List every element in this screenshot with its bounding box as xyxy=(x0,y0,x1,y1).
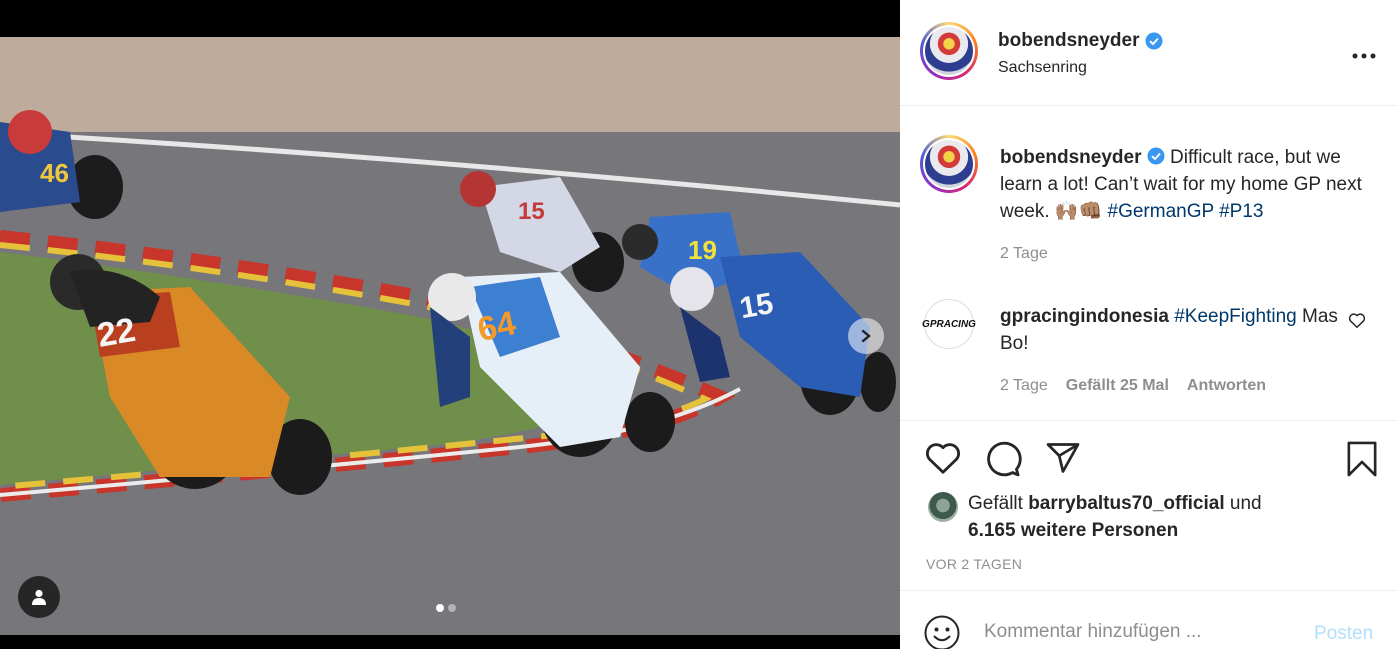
comments-section: bobendsneyder Difficult race, but we lea… xyxy=(900,107,1398,421)
post-panel: bobendsneyder Sachsenring bobendsneyder … xyxy=(900,0,1398,649)
post-comment-button[interactable]: Posten xyxy=(1314,623,1373,645)
caption-timestamp[interactable]: 2 Tage xyxy=(1000,245,1048,263)
bike-number: 64 xyxy=(474,304,519,349)
next-image-button[interactable] xyxy=(848,318,884,354)
comment-username[interactable]: gpracingindonesia xyxy=(1000,306,1169,327)
comment-button[interactable] xyxy=(984,440,1022,483)
bike-number: 19 xyxy=(688,235,717,265)
author-username[interactable]: bobendsneyder xyxy=(998,30,1139,52)
comment-icon xyxy=(987,441,1022,477)
more-icon xyxy=(1352,53,1376,59)
emoji-icon xyxy=(924,615,960,649)
post-photo[interactable]: 46 22 64 15 19 15 xyxy=(0,37,900,635)
emoji-button[interactable] xyxy=(924,615,960,649)
hashtag-link[interactable]: #GermanGP xyxy=(1108,201,1214,222)
chevron-right-icon xyxy=(861,329,871,343)
carousel-dot-active xyxy=(436,604,444,612)
post-media: 46 22 64 15 19 15 xyxy=(0,0,900,649)
commenter-avatar[interactable]: GPRACING xyxy=(922,299,976,349)
comment-timestamp[interactable]: 2 Tage xyxy=(1000,377,1048,395)
likes-text: Gefällt barrybaltus70_official und 6.165… xyxy=(968,490,1388,544)
like-button[interactable] xyxy=(924,440,962,481)
caption-author-avatar[interactable] xyxy=(920,135,978,193)
verified-icon xyxy=(1147,147,1165,165)
add-comment-bar: Posten xyxy=(900,590,1398,649)
post-actions xyxy=(900,436,1398,480)
verified-icon xyxy=(1145,32,1163,50)
share-button[interactable] xyxy=(1044,440,1082,481)
comment-input[interactable] xyxy=(984,621,1284,643)
likes-prefix: Gefällt xyxy=(968,493,1023,514)
bike-number: 22 xyxy=(94,311,138,355)
liker-avatar[interactable] xyxy=(928,492,958,522)
caption-username[interactable]: bobendsneyder xyxy=(1000,147,1141,168)
user-tag-button[interactable] xyxy=(18,576,60,618)
bookmark-icon xyxy=(1347,441,1377,477)
author-avatar[interactable] xyxy=(920,22,978,80)
comment-like-button[interactable] xyxy=(1348,312,1366,334)
carousel-dot xyxy=(448,604,456,612)
post-header: bobendsneyder Sachsenring xyxy=(900,0,1398,106)
heart-icon xyxy=(926,443,960,474)
bike-number: 15 xyxy=(518,198,545,225)
reply-button[interactable]: Antworten xyxy=(1187,377,1266,395)
bike-number: 15 xyxy=(737,287,776,325)
liker-username[interactable]: barrybaltus70_official xyxy=(1028,493,1224,514)
race-photo-illustration: 46 22 64 15 19 15 xyxy=(0,37,900,635)
more-options-button[interactable] xyxy=(1352,42,1376,65)
caption-meta: 2 Tage xyxy=(1000,245,1048,263)
post-timestamp[interactable]: VOR 2 TAGEN xyxy=(926,556,1022,572)
comment-like-count[interactable]: Gefällt 25 Mal xyxy=(1066,377,1169,395)
likes-others-link[interactable]: 6.165 weitere Personen xyxy=(968,520,1178,541)
comment-item: gpracingindonesia #KeepFighting Mas Bo! xyxy=(1000,303,1340,357)
post-caption: bobendsneyder Difficult race, but we lea… xyxy=(1000,144,1370,225)
hashtag-link[interactable]: #KeepFighting xyxy=(1174,306,1297,327)
author-username-row[interactable]: bobendsneyder xyxy=(998,30,1163,52)
bookmark-button[interactable] xyxy=(1344,440,1380,483)
post-location[interactable]: Sachsenring xyxy=(998,59,1087,77)
likes-conjunction: und xyxy=(1229,493,1262,514)
heart-icon xyxy=(1348,313,1366,328)
carousel-indicator xyxy=(436,604,456,612)
hashtag-link[interactable]: #P13 xyxy=(1219,201,1263,222)
comment-meta: 2 Tage Gefällt 25 Mal Antworten xyxy=(1000,377,1266,395)
user-tag-icon xyxy=(32,589,46,605)
share-icon xyxy=(1046,443,1080,473)
bike-number: 46 xyxy=(40,158,69,188)
